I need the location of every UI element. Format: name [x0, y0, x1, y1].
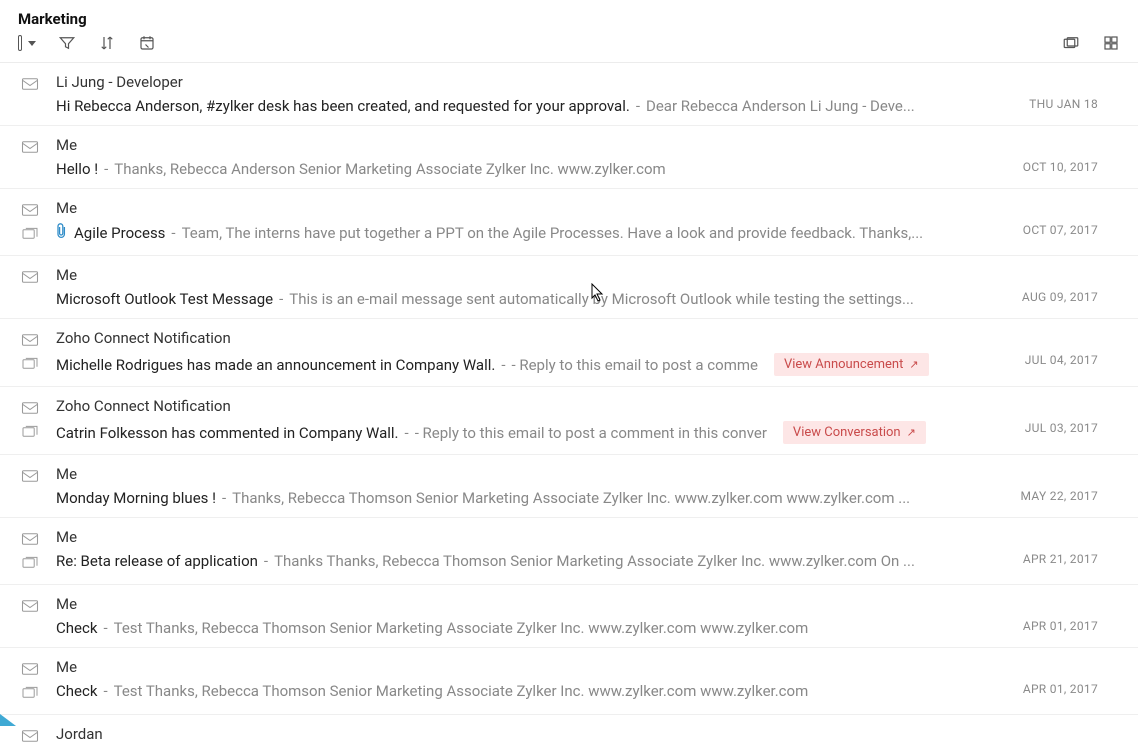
email-preview: Dear Rebecca Anderson Li Jung - Deve...: [646, 97, 915, 115]
email-date: AUG 09, 2017: [1022, 290, 1098, 304]
email-subject: Check: [56, 682, 97, 700]
inline-action-button[interactable]: View Conversation ↗: [783, 421, 926, 444]
layout-icon[interactable]: [1102, 34, 1120, 52]
envelope-icon: [21, 729, 39, 747]
envelope-icon: [21, 662, 39, 680]
envelope-icon: [21, 532, 39, 550]
email-row[interactable]: Me Microsoft Outlook Test Message - This …: [0, 256, 1138, 319]
envelope-icon: [21, 401, 39, 419]
email-subject: Catrin Folkesson has commented in Compan…: [56, 424, 399, 442]
thread-icon: [21, 425, 39, 443]
envelope-icon: [21, 203, 39, 221]
email-preview: Thanks Thanks, Rebecca Thomson Senior Ma…: [274, 552, 915, 570]
email-subject: Microsoft Outlook Test Message: [56, 290, 273, 308]
email-sender: Me: [56, 595, 1110, 613]
email-date: OCT 10, 2017: [1023, 160, 1098, 174]
email-preview: Thanks, Rebecca Anderson Senior Marketin…: [114, 160, 665, 178]
inline-action-label: View Announcement: [784, 357, 903, 372]
email-subject: Re: Beta release of application: [56, 552, 258, 570]
email-row[interactable]: Zoho Connect Notification Catrin Folkesso…: [0, 387, 1138, 455]
email-subject: Agile Process: [74, 224, 165, 242]
envelope-icon: [21, 599, 39, 617]
email-preview: This is an e-mail message sent automatic…: [289, 290, 914, 308]
subject-separator: -: [501, 356, 505, 374]
thread-icon: [21, 227, 39, 245]
archive-icon[interactable]: [1062, 34, 1080, 52]
external-link-icon: ↗: [907, 426, 916, 439]
email-preview: Team, The interns have put together a PP…: [182, 224, 924, 242]
email-subject: Monday Morning blues !: [56, 489, 216, 507]
email-sender: Me: [56, 266, 1110, 284]
email-sender: Me: [56, 199, 1110, 217]
email-list[interactable]: Li Jung - Developer Hi Rebecca Anderson, …: [0, 63, 1138, 749]
schedule-icon[interactable]: [138, 34, 156, 52]
subject-separator: -: [104, 160, 108, 178]
folder-title: Marketing: [18, 10, 1120, 28]
envelope-icon: [21, 140, 39, 158]
email-sender: Jordan: [56, 725, 1110, 743]
email-date: THU JAN 18: [1029, 97, 1098, 111]
email-date: JUL 04, 2017: [1025, 353, 1098, 367]
subject-separator: -: [279, 290, 283, 308]
inline-action-button[interactable]: View Announcement ↗: [774, 353, 929, 376]
email-row[interactable]: Zoho Connect Notification Michelle Rodrig…: [0, 319, 1138, 387]
email-sender: Me: [56, 658, 1110, 676]
email-subject: Check: [56, 619, 97, 637]
email-subject: Michelle Rodrigues has made an announcem…: [56, 356, 495, 374]
subject-separator: -: [405, 424, 409, 442]
email-row[interactable]: Me Re: Beta release of application - Than…: [0, 518, 1138, 585]
email-row[interactable]: JordanChat : Hey Pat, I have few questio…: [0, 715, 1138, 749]
email-sender: Zoho Connect Notification: [56, 397, 1110, 415]
email-row[interactable]: Me Check - Test Thanks, Rebecca Thomson S…: [0, 648, 1138, 715]
email-preview: - Reply to this email to post a comme: [511, 356, 757, 374]
email-date: APR 01, 2017: [1023, 619, 1098, 633]
thread-icon: [21, 686, 39, 704]
email-date: APR 21, 2017: [1023, 552, 1098, 566]
select-all-dropdown[interactable]: [18, 34, 36, 52]
email-row[interactable]: Me Monday Morning blues ! - Thanks, Rebec…: [0, 455, 1138, 518]
thread-icon: [21, 556, 39, 574]
email-subject: Hi Rebecca Anderson, #zylker desk has be…: [56, 97, 630, 115]
sort-icon[interactable]: [98, 34, 116, 52]
email-subject: Hello !: [56, 160, 98, 178]
subject-separator: -: [171, 224, 175, 242]
email-sender: Zoho Connect Notification: [56, 329, 1110, 347]
email-row[interactable]: Me Check - Test Thanks, Rebecca Thomson S…: [0, 585, 1138, 648]
inline-action-label: View Conversation: [793, 425, 901, 440]
email-sender: Me: [56, 528, 1110, 546]
email-row[interactable]: Me Hello ! - Thanks, Rebecca Anderson Sen…: [0, 126, 1138, 189]
subject-separator: -: [222, 489, 226, 507]
subject-separator: -: [103, 682, 107, 700]
thread-icon: [21, 357, 39, 375]
envelope-icon: [21, 270, 39, 288]
email-date: JUL 03, 2017: [1025, 421, 1098, 435]
email-sender: Me: [56, 465, 1110, 483]
subject-separator: -: [636, 97, 640, 115]
email-sender: Me: [56, 136, 1110, 154]
email-row[interactable]: Li Jung - Developer Hi Rebecca Anderson, …: [0, 63, 1138, 126]
email-preview: - Reply to this email to post a comment …: [415, 424, 767, 442]
email-preview: Test Thanks, Rebecca Thomson Senior Mark…: [114, 619, 809, 637]
attachment-icon: [56, 223, 68, 243]
email-preview: Test Thanks, Rebecca Thomson Senior Mark…: [114, 682, 809, 700]
email-row[interactable]: Me Agile Process - Team, The interns have…: [0, 189, 1138, 256]
external-link-icon: ↗: [909, 358, 918, 371]
toolbar: [0, 28, 1138, 63]
email-preview: Thanks, Rebecca Thomson Senior Marketing…: [232, 489, 910, 507]
corner-decoration: [0, 714, 16, 726]
filter-icon[interactable]: [58, 34, 76, 52]
envelope-icon: [21, 469, 39, 487]
subject-separator: -: [264, 552, 268, 570]
envelope-icon: [21, 77, 39, 95]
envelope-icon: [21, 333, 39, 351]
email-date: MAY 22, 2017: [1021, 489, 1098, 503]
email-date: OCT 07, 2017: [1023, 223, 1098, 237]
email-sender: Li Jung - Developer: [56, 73, 1110, 91]
email-date: APR 01, 2017: [1023, 682, 1098, 696]
subject-separator: -: [103, 619, 107, 637]
